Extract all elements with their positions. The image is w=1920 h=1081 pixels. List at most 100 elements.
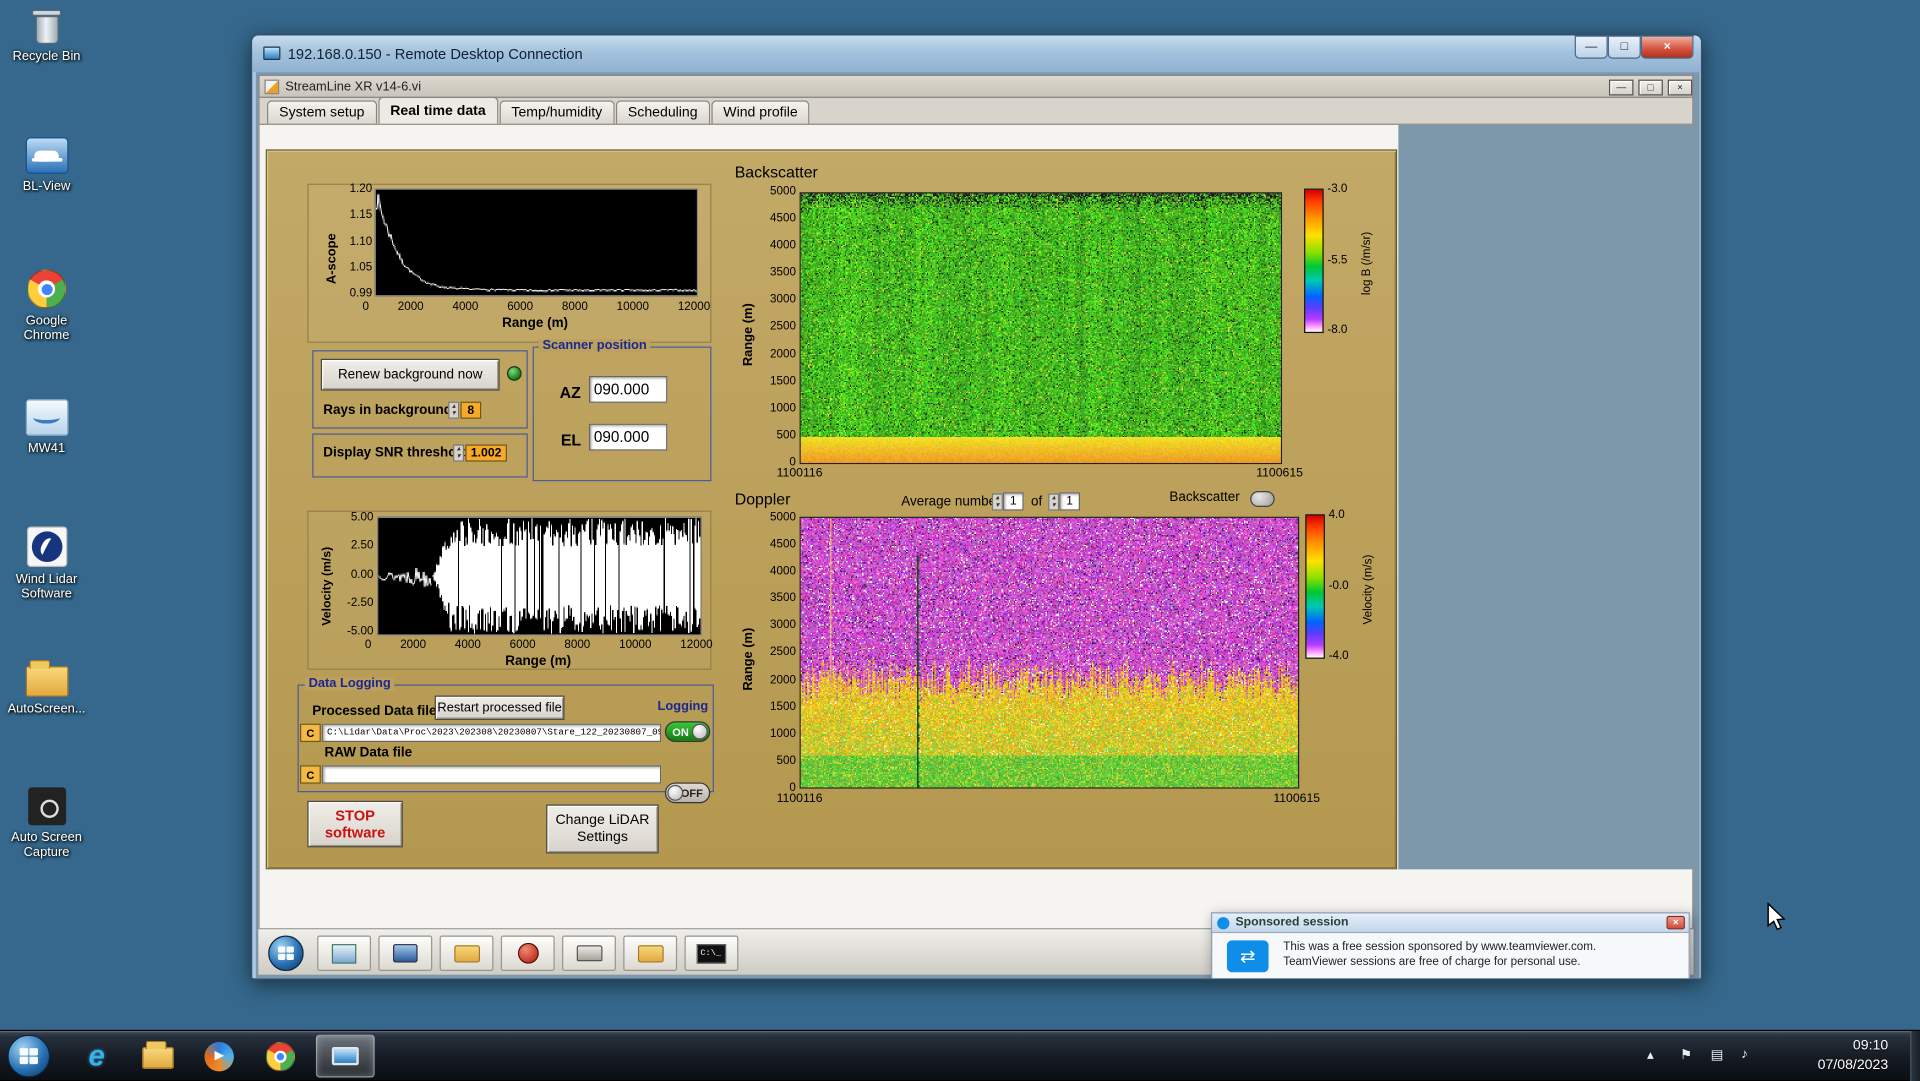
desktop-icon-google-chrome[interactable]: Google Chrome xyxy=(5,269,88,343)
doppler-title: Doppler xyxy=(734,489,791,509)
teamviewer-popup: Sponsored session × ⇄ This was a free se… xyxy=(1211,912,1690,979)
tick-label: 500 xyxy=(776,428,796,442)
tick-label: 3500 xyxy=(770,266,796,280)
of-spinner[interactable]: ▴ ▾ xyxy=(1048,493,1060,511)
minimize-button[interactable]: — xyxy=(1574,35,1608,59)
taskbar-explorer[interactable] xyxy=(132,1035,183,1078)
tab-system-setup[interactable]: System setup xyxy=(266,100,377,124)
tick-label: 4000 xyxy=(770,239,796,253)
tick-label: 12000 xyxy=(677,300,711,314)
remote-taskbar-item-cmd[interactable]: C:\_ xyxy=(684,935,739,972)
rays-spinner[interactable]: ▴ ▾ xyxy=(448,401,460,419)
labview-minimize-button[interactable]: — xyxy=(1608,79,1634,96)
desktop-icon-recycle-bin[interactable]: Recycle Bin xyxy=(5,9,88,64)
host-taskbar: e ▶ ▴ ⚑ ▤ ♪ 09:10 07/08/2023 xyxy=(0,1029,1920,1081)
raw-drive-selector[interactable]: C xyxy=(300,765,321,784)
tray-action-center-icon[interactable]: ⚑ xyxy=(1680,1047,1692,1063)
remote-taskbar-item-5[interactable] xyxy=(562,935,616,972)
desktop-icon-autoscreen[interactable]: AutoScreen... xyxy=(5,659,88,716)
ascope-x-ticks: 0 2000 4000 6000 8000 10000 12000 xyxy=(362,300,710,313)
snr-value-field[interactable]: 1.002 xyxy=(465,444,507,462)
desktop-icon-bl-view[interactable]: BL-View xyxy=(5,137,88,193)
start-button[interactable] xyxy=(7,1034,51,1078)
stop-software-button[interactable]: STOP software xyxy=(307,800,403,848)
renew-background-button[interactable]: Renew background now xyxy=(320,358,500,391)
tray-show-hidden-icons[interactable]: ▴ xyxy=(1647,1047,1654,1063)
tab-temp-humidity[interactable]: Temp/humidity xyxy=(499,100,615,124)
close-button[interactable]: × xyxy=(1640,35,1694,59)
az-field[interactable]: 090.000 xyxy=(588,375,668,403)
remote-taskbar-item-1[interactable] xyxy=(317,935,372,972)
snr-spinner[interactable]: ▴ ▾ xyxy=(453,444,465,462)
average-number-field[interactable]: 1 xyxy=(1002,492,1024,511)
windows-flag-icon xyxy=(277,946,294,960)
processed-logging-toggle[interactable]: ON xyxy=(664,721,711,743)
backscatter-title: Backscatter xyxy=(734,162,818,182)
raw-path-field[interactable] xyxy=(322,765,662,784)
doppler-y-ticks: 5000 4500 4000 3500 3000 2500 2000 1500 1000 500 0 xyxy=(759,511,796,795)
ascope-x-axis-label: Range (m) xyxy=(502,315,569,331)
maximize-button[interactable]: □ xyxy=(1607,35,1641,59)
teamviewer-titlebar[interactable]: Sponsored session × xyxy=(1212,913,1689,934)
front-panel-right-area xyxy=(1398,124,1695,870)
tick-label: 3000 xyxy=(770,293,796,307)
tray-volume-icon[interactable]: ♪ xyxy=(1741,1047,1748,1062)
tab-wind-profile[interactable]: Wind profile xyxy=(711,100,810,124)
velocity-y-ticks: 5.00 2.50 0.00 -2.50 -5.00 xyxy=(337,511,374,638)
backscatter-toggle[interactable] xyxy=(1250,491,1275,507)
rdp-window: 192.168.0.150 - Remote Desktop Connectio… xyxy=(251,34,1703,980)
window-icon xyxy=(331,943,357,964)
labview-titlebar[interactable]: StreamLine XR v14-6.vi — □ × xyxy=(258,74,1694,98)
taskbar-rdp-active[interactable] xyxy=(315,1034,375,1078)
tray-network-icon[interactable]: ▤ xyxy=(1711,1047,1724,1063)
remote-taskbar-item-6[interactable] xyxy=(623,935,678,972)
labview-restore-button[interactable]: □ xyxy=(1638,79,1663,96)
restart-processed-file-button[interactable]: Restart processed file xyxy=(434,695,565,720)
tick-label: 1500 xyxy=(770,699,796,714)
average-number-spinner[interactable]: ▴ ▾ xyxy=(991,493,1003,511)
tick-label: 10000 xyxy=(616,300,649,314)
ascope-plot xyxy=(374,188,698,297)
desktop-icon-mw41[interactable]: MW41 xyxy=(5,399,88,456)
chrome-icon xyxy=(26,269,67,309)
of-field[interactable]: 1 xyxy=(1059,492,1080,511)
taskbar-media-player[interactable]: ▶ xyxy=(193,1035,244,1078)
remote-taskbar-item-2[interactable] xyxy=(378,935,433,972)
rdp-window-icon xyxy=(263,46,281,60)
el-label: EL xyxy=(560,431,582,450)
teamviewer-close-button[interactable]: × xyxy=(1666,915,1685,930)
desktop-icon-label: Google Chrome xyxy=(23,313,70,343)
remote-start-button[interactable] xyxy=(268,935,304,972)
tab-real-time-data[interactable]: Real time data xyxy=(377,96,498,124)
tick-label: -5.00 xyxy=(346,624,374,638)
tab-strip: System setup Real time data Temp/humidit… xyxy=(258,96,1694,125)
backscatter-colorbar-ticks: -3.0 -5.5 -8.0 xyxy=(1327,182,1359,336)
tray-clock[interactable]: 09:10 07/08/2023 xyxy=(1818,1036,1888,1075)
desktop-icon-label: BL-View xyxy=(22,178,71,194)
taskbar-ie[interactable]: e xyxy=(71,1035,122,1078)
tick-label: 4500 xyxy=(770,537,796,552)
processed-drive-selector[interactable]: C xyxy=(300,723,321,743)
rays-value-field[interactable]: 8 xyxy=(460,401,482,419)
rdp-titlebar[interactable]: 192.168.0.150 - Remote Desktop Connectio… xyxy=(252,35,1701,73)
wind-lidar-icon xyxy=(26,526,67,567)
tab-scheduling[interactable]: Scheduling xyxy=(615,100,710,124)
processed-path-field[interactable]: C:\Lidar\Data\Proc\2023\202308\20230807\… xyxy=(322,723,662,743)
monitor-icon xyxy=(393,944,418,963)
tick-label: 3000 xyxy=(770,618,796,633)
desktop-icon-auto-screen-capture[interactable]: Auto Screen Capture xyxy=(5,787,88,860)
change-lidar-settings-button[interactable]: Change LiDAR Settings xyxy=(546,804,659,854)
backscatter-toggle-label: Backscatter xyxy=(1169,489,1240,505)
show-desktop-button[interactable] xyxy=(1910,1031,1920,1081)
tick-label: 5000 xyxy=(770,510,796,525)
raw-logging-toggle[interactable]: OFF xyxy=(664,782,711,804)
desktop-icon-wind-lidar[interactable]: Wind Lidar Software xyxy=(5,526,88,601)
backscatter-colorbar xyxy=(1304,188,1324,334)
remote-taskbar-item-3[interactable] xyxy=(439,935,494,972)
velocity-x-ticks: 0 2000 4000 6000 8000 10000 12000 xyxy=(365,638,713,651)
taskbar-chrome[interactable] xyxy=(255,1035,306,1078)
labview-close-button[interactable]: × xyxy=(1667,79,1693,96)
raw-data-file-label: RAW Data file xyxy=(324,745,413,761)
remote-taskbar-item-4[interactable] xyxy=(500,935,555,972)
el-field[interactable]: 090.000 xyxy=(588,423,668,451)
